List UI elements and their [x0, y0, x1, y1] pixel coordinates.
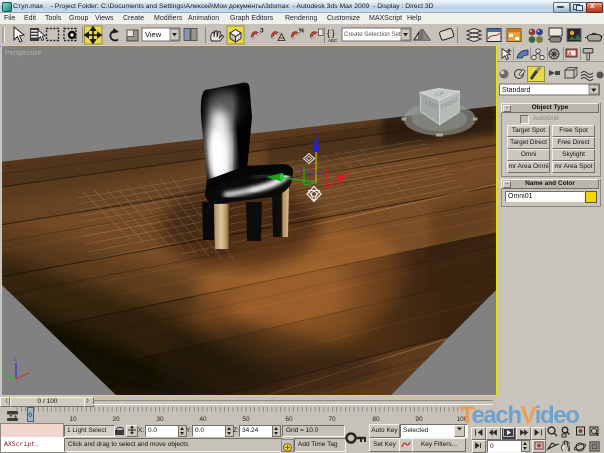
svg-text:30: 30: [156, 416, 164, 423]
svg-text:ABC: ABC: [328, 38, 338, 43]
svg-text:40: 40: [199, 416, 207, 423]
svg-text:y: y: [2, 369, 5, 375]
svg-text:Create Selection Set: Create Selection Set: [344, 31, 401, 38]
svg-text:View: View: [145, 30, 162, 39]
svg-text:z: z: [14, 357, 17, 363]
svg-text:x: x: [27, 367, 30, 373]
svg-text:x: x: [349, 163, 352, 169]
svg-text:60: 60: [285, 416, 293, 423]
svg-text:50: 50: [242, 416, 250, 423]
svg-text:10: 10: [69, 416, 77, 423]
svg-text:%: %: [299, 29, 305, 35]
svg-text:Perspective: Perspective: [5, 50, 42, 57]
svg-text:3: 3: [260, 28, 264, 35]
svg-text:70: 70: [328, 416, 336, 423]
svg-text:{ }: { }: [327, 28, 335, 38]
svg-text:90: 90: [415, 416, 423, 423]
svg-text:80: 80: [372, 416, 380, 423]
svg-text:z: z: [314, 128, 317, 134]
svg-text:A: A: [568, 52, 572, 58]
svg-text:20: 20: [112, 416, 120, 423]
